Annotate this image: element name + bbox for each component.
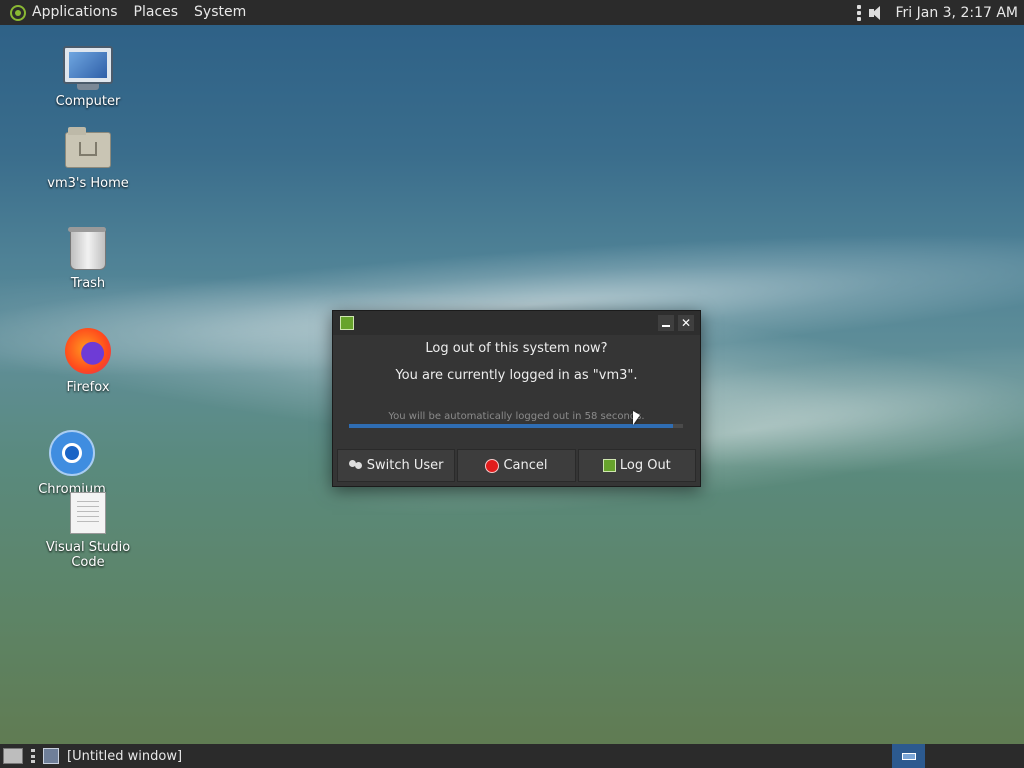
log-out-button[interactable]: Log Out [577,449,696,482]
chromium-icon [49,430,95,476]
places-menu[interactable]: Places [126,0,187,25]
clock[interactable]: Fri Jan 3, 2:17 AM [891,5,1020,21]
dialog-user-line: You are currently logged in as "vm3". [395,368,638,383]
applications-menu-label: Applications [32,4,118,20]
minimize-button[interactable] [658,315,674,331]
desktop-icon-home[interactable]: vm3's Home [28,127,148,191]
show-desktop-icon[interactable] [3,748,23,764]
dialog-question: Log out of this system now? [425,341,608,356]
home-folder-icon [65,127,111,168]
window-icon [43,748,59,764]
top-panel: Applications Places System Fri Jan 3, 2:… [0,0,1024,25]
system-menu[interactable]: System [186,0,254,25]
logout-icon [602,459,616,472]
logout-dialog: ✕ Log out of this system now? You are cu… [332,310,701,487]
logout-app-icon [340,316,354,330]
system-tray: Fri Jan 3, 2:17 AM [857,0,1020,25]
firefox-icon [65,328,111,374]
auto-logout-text: You will be automatically logged out in … [388,411,645,422]
desktop-icon-label: Computer [55,94,121,109]
desktop-icon-label: vm3's Home [47,176,129,191]
volume-icon[interactable] [867,4,885,22]
log-out-label: Log Out [619,458,671,473]
progress-fill [349,424,673,428]
dialog-buttons: Switch User Cancel Log Out [337,449,696,482]
window-controls: ✕ [658,315,694,331]
cancel-button[interactable]: Cancel [457,449,576,482]
applications-menu[interactable]: Applications [0,0,126,25]
workspace-switcher[interactable] [892,744,925,768]
trash-icon [68,227,106,270]
desktop-icon-trash[interactable]: Trash [28,227,148,291]
desktop-icon-vscode[interactable]: Visual Studio Code [28,492,148,570]
computer-icon [28,46,148,90]
taskbar-window-button[interactable]: [Untitled window] [67,749,182,764]
desktop-icon-computer[interactable]: Computer [28,46,148,109]
cancel-label: Cancel [503,458,548,473]
dialog-titlebar[interactable]: ✕ [333,311,700,335]
desktop-icon-firefox[interactable]: Firefox [28,328,148,395]
desktop-icon-label: Trash [70,276,106,291]
users-icon [348,459,363,472]
cancel-icon [485,458,500,473]
document-icon [70,492,106,534]
bottom-panel: [Untitled window] [0,744,1024,768]
mouse-cursor-icon [633,411,640,425]
desktop-icon-label: Firefox [66,380,110,395]
mate-logo-icon [10,4,26,21]
close-button[interactable]: ✕ [678,315,694,331]
desktop-icon-chromium[interactable]: Chromium [12,430,132,497]
tray-handle-icon[interactable] [857,4,862,21]
switch-user-button[interactable]: Switch User [337,449,456,482]
desktop-icon-label: Visual Studio Code [45,540,131,570]
panel-grip-icon[interactable] [31,749,35,763]
switch-user-label: Switch User [366,458,444,473]
